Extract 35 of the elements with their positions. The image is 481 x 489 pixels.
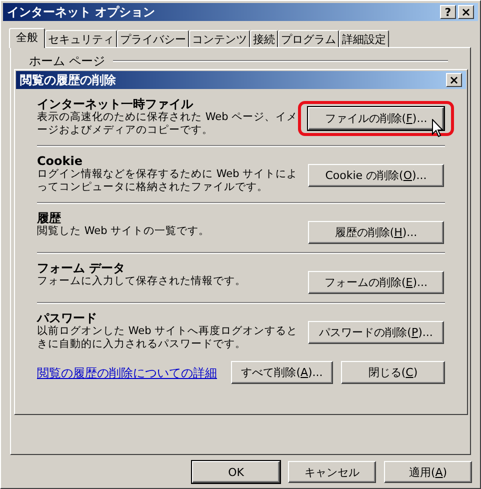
cursor-icon <box>432 119 444 138</box>
close-button[interactable]: × <box>446 73 462 87</box>
tab[interactable]: 全般 <box>9 28 45 48</box>
close-button[interactable]: × <box>458 5 474 19</box>
section-description: 閲覧した Web サイトの一覧です。 <box>37 225 211 238</box>
dialog-button[interactable]: すべて削除(A)... <box>231 361 333 384</box>
dialog-button[interactable]: 閉じる(C) <box>341 361 445 384</box>
section-description: 以前ログオンした Web サイトへ再度ログオンするときに自動的に入力されるパスワードです。 <box>37 325 299 351</box>
delete-button[interactable]: Cookie の削除(O)... <box>308 164 444 187</box>
delete-button[interactable]: パスワードの削除(P)... <box>308 321 444 344</box>
dialog-button[interactable]: OK <box>192 461 280 483</box>
section-heading: フォーム データ <box>37 261 126 275</box>
delete-button[interactable]: 履歴の削除(H)... <box>308 221 444 244</box>
section-heading: Cookie <box>37 154 84 168</box>
dialog-button[interactable]: キャンセル <box>288 461 376 483</box>
help-button[interactable]: ? <box>440 5 456 19</box>
delete-button[interactable]: ファイルの削除(F)... <box>308 107 444 130</box>
section-heading: パスワード <box>37 311 98 325</box>
help-link[interactable]: 閲覧の履歴の削除についての詳細 <box>37 364 231 382</box>
dialog-button[interactable]: 適用(A) <box>384 461 472 483</box>
section-heading: 履歴 <box>37 211 62 225</box>
delete-button[interactable]: フォームの削除(E)... <box>308 271 444 294</box>
tab[interactable]: コンテンツ <box>189 30 250 47</box>
section-description: 表示の高速化のために保存された Web ページ、イメージおよびメディアのコピーです。 <box>37 111 299 137</box>
tab[interactable]: 詳細設定 <box>339 30 389 47</box>
section-description: フォームに入力して保存された情報です。 <box>37 275 247 288</box>
tab[interactable]: プライバシー <box>117 30 189 47</box>
section-description: ログイン情報などを保存するために Web サイトによってコンピュータに格納されたファイルです。 <box>37 168 299 194</box>
group-label: ホーム ページ <box>29 53 105 70</box>
dialog-title: 閲覧の履歴の削除 <box>20 74 116 86</box>
section-heading: インターネット一時ファイル <box>37 97 194 111</box>
tab[interactable]: プログラム <box>278 30 339 47</box>
tab[interactable]: 接続 <box>250 30 278 47</box>
tab[interactable]: セキュリティ <box>45 30 117 47</box>
window-title: インターネット オプション <box>7 6 156 18</box>
